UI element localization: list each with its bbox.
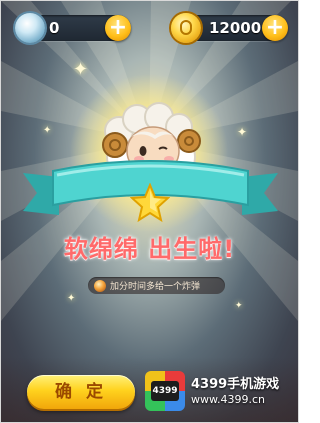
star-icon — [130, 183, 170, 223]
sparkle-icon: ✦ — [43, 125, 52, 136]
sparkle-icon: ✦ — [67, 293, 76, 304]
coin-icon — [171, 13, 201, 43]
watermark-url: www.4399.cn — [191, 393, 265, 406]
watermark-title: 4399手机游戏 — [191, 377, 280, 392]
diamond-icon — [15, 13, 45, 43]
sparkle-icon: ✦ — [237, 125, 248, 139]
add-coins-button[interactable]: + — [262, 15, 288, 41]
bomb-icon — [94, 279, 106, 292]
watermark-logo-text: 4399 — [151, 381, 179, 401]
hint-text: 加分时间多给一个炸弹 — [110, 282, 201, 292]
game-screen: 0 + 12000 + ✦ ✦ ✦ ✦ ✦ 软绵绵 出生啦! 加分时间多给一个炸… — [0, 0, 299, 423]
add-gems-button[interactable]: + — [105, 15, 131, 41]
gems-value: 0 — [49, 19, 60, 37]
sparkle-icon: ✦ — [73, 59, 89, 80]
popup-title: 软绵绵 出生啦! — [63, 235, 236, 263]
coins-value: 12000 — [209, 19, 262, 37]
gems-counter: 0 + — [15, 13, 131, 43]
watermark: 4399 4399手机游戏 www.4399.cn — [141, 367, 289, 415]
watermark-logo-icon: 4399 — [145, 371, 185, 411]
sparkle-icon: ✦ — [235, 301, 243, 311]
confirm-button[interactable]: 确 定 — [27, 375, 135, 409]
hint-pill: 加分时间多给一个炸弹 — [88, 277, 225, 294]
coins-counter: 12000 + — [171, 13, 288, 43]
